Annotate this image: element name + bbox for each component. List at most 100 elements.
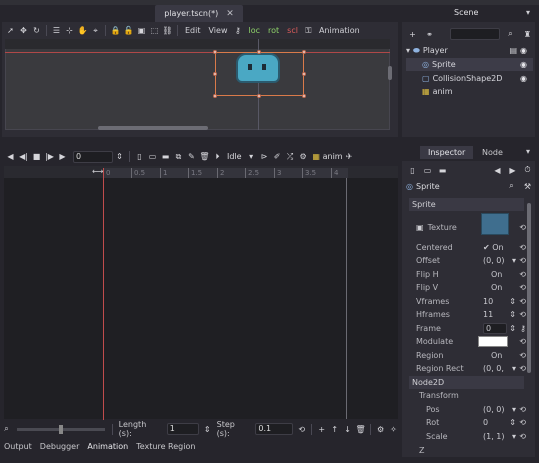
key-insert-icon[interactable]: ⚿ [302,24,315,37]
spin-arrows-icon[interactable]: ⇕ [509,297,516,306]
pan-tool-icon[interactable]: ✋ [76,24,89,37]
list-icon[interactable]: ☰ [50,24,63,37]
remove-animation-icon[interactable]: 🗑 [198,150,211,163]
prop-value[interactable]: ✔ On [483,243,504,252]
prop-hframes[interactable]: Hframes 11 ⇕ ⟲ [416,308,526,321]
resize-handle[interactable] [302,94,306,98]
prop-value[interactable]: 10 [483,297,493,306]
tool-icon[interactable]: ⚒ [521,180,534,193]
section-node2d[interactable]: Node2D [409,376,524,389]
key-icon[interactable]: ⚷ [231,24,244,37]
collapse-arrow-icon[interactable]: ▾ [406,46,410,55]
prop-region-rect[interactable]: Region Rect (0, 0, ▾ ⟲ [416,362,526,375]
prop-flip-h[interactable]: Flip H On ⟲ [416,268,526,281]
play-icon[interactable]: ▶ [56,150,69,163]
reset-icon[interactable]: ⟲ [519,310,526,319]
prop-texture[interactable]: ▣ Texture ⟲ [416,213,526,235]
pivot-icon[interactable]: ⊹ [63,24,76,37]
reset-icon[interactable]: ⟲ [519,297,526,306]
reset-icon[interactable]: ⟲ [519,432,526,441]
animation-menu[interactable]: Animation [315,26,364,35]
selection-box[interactable] [215,52,304,96]
settings-icon[interactable]: ⚙ [374,423,387,436]
select-tool-icon[interactable]: ➚ [4,24,17,37]
spin-arrows-icon[interactable]: ⇕ [509,418,516,427]
chevron-down-icon[interactable]: ▾ [512,432,516,441]
add-track-icon[interactable]: + [315,423,328,436]
prop-centered[interactable]: Centered ✔ On ⟲ [416,241,526,254]
resize-handle[interactable] [302,72,306,76]
reset-icon[interactable]: ⟲ [519,256,526,265]
rotate-tool-icon[interactable]: ↻ [30,24,43,37]
tree-node-anim[interactable]: ▦ anim [406,85,533,98]
ungroup-icon[interactable]: ⬚ [148,24,161,37]
chevron-down-icon[interactable]: ▾ [512,405,516,414]
reset-icon[interactable]: ⟲ [519,223,526,232]
script-attached-icon[interactable]: ▤ [509,46,517,55]
prop-value[interactable]: (1, 1) [483,432,505,441]
loop-icon[interactable]: ⟲ [295,423,308,436]
visibility-eye-icon[interactable]: ◉ [520,46,527,55]
prop-flip-v[interactable]: Flip V On ⟲ [416,281,526,294]
length-spinbox[interactable]: 1 [166,423,199,435]
play-backwards-start-icon[interactable]: ◀| [17,150,30,163]
key-icon[interactable]: ⚷ [520,324,526,333]
tree-node-player[interactable]: ▾ ⬬ Player ▤ ◉ [406,44,533,57]
tab-inspector[interactable]: Inspector [420,146,474,159]
prop-modulate[interactable]: Modulate ⟲ [416,335,526,348]
prop-value[interactable]: On [491,270,502,279]
resize-handle[interactable] [213,50,217,54]
prop-offset[interactable]: Offset (0, 0) ▾ ⟲ [416,254,526,267]
prop-value[interactable]: (0, 0) [483,256,505,265]
visibility-eye-icon[interactable]: ◉ [520,74,527,83]
wand-icon[interactable]: ✧ [387,423,400,436]
timeline-cursor[interactable] [103,168,104,420]
scl-toggle[interactable]: scl [283,26,302,35]
tab-output[interactable]: Output [0,442,36,451]
prop-value[interactable]: (0, 0, [483,364,504,373]
history-forward-icon[interactable]: ▶ [506,164,519,177]
load-animation-icon[interactable]: ▭ [146,150,159,163]
reset-icon[interactable]: ⟲ [519,337,526,346]
prop-scale[interactable]: Scale (1, 1) ▾ ⟲ [426,430,526,443]
animation-select[interactable]: Idle [224,152,245,161]
resize-handle[interactable] [213,94,217,98]
texture-preview[interactable] [481,213,509,235]
settings-icon[interactable]: ⚙ [297,150,310,163]
tree-node-collisionshape2d[interactable]: ▢ CollisionShape2D ◉ [406,72,533,85]
chevron-down-icon[interactable]: ▾ [512,256,516,265]
skeleton-icon[interactable]: ⛓ [161,24,174,37]
save-resource-icon[interactable]: ▬ [436,164,449,177]
scene-tab-player[interactable]: player.tscn(*) ✕ [155,5,243,22]
prop-value[interactable]: 11 [483,310,493,319]
load-resource-icon[interactable]: ▭ [421,164,434,177]
spin-arrows-icon[interactable]: ⇕ [509,310,516,319]
pin-icon[interactable]: ✈ [343,150,356,163]
viewport-hscrollbar[interactable] [98,126,208,130]
viewport-vscrollbar[interactable] [388,66,392,80]
track-editor[interactable] [4,178,398,419]
dock-menu-icon[interactable]: ▾ [526,8,530,17]
loc-toggle[interactable]: loc [244,26,264,35]
dock-menu-icon[interactable]: ▾ [526,147,530,156]
move-up-icon[interactable]: ↑ [328,423,341,436]
tab-debugger[interactable]: Debugger [36,442,84,451]
history-back-icon[interactable]: ◀ [491,164,504,177]
group-icon[interactable]: ▣ [135,24,148,37]
slider-knob[interactable] [58,424,63,434]
prop-value[interactable]: 0 [483,323,507,334]
tab-texture-region[interactable]: Texture Region [132,442,199,451]
reset-icon[interactable]: ⟲ [519,351,526,360]
move-down-icon[interactable]: ↓ [341,423,354,436]
link-icon[interactable]: ⚭ [423,28,436,41]
play-backwards-icon[interactable]: ◀ [4,150,17,163]
rot-toggle[interactable]: rot [264,26,283,35]
resize-handle[interactable] [257,50,261,54]
play-start-icon[interactable]: |▶ [43,150,56,163]
resize-handle[interactable] [257,94,261,98]
ruler-icon[interactable]: ⌖ [89,24,102,37]
search-icon[interactable]: ⌕ [504,28,517,41]
reset-icon[interactable]: ⟲ [519,283,526,292]
resize-handle[interactable] [213,72,217,76]
new-resource-icon[interactable]: ▯ [406,164,419,177]
